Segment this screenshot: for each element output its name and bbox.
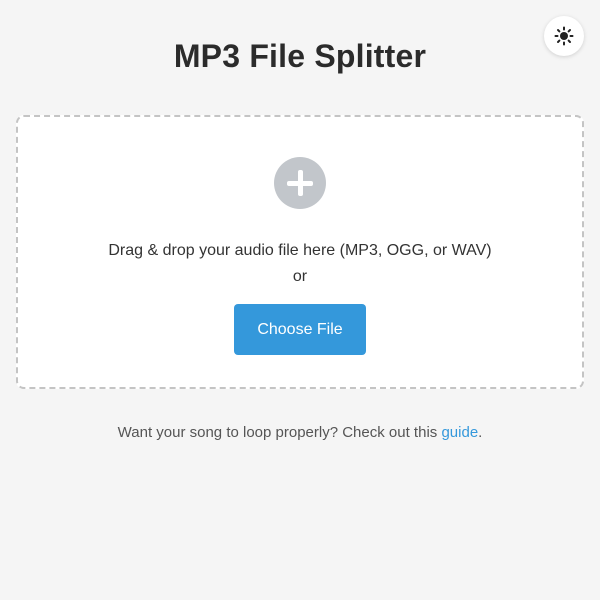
file-dropzone[interactable]: Drag & drop your audio file here (MP3, O… xyxy=(16,115,584,389)
plus-circle-icon[interactable] xyxy=(274,157,326,209)
page: MP3 File Splitter Drag & drop your audio… xyxy=(0,0,600,600)
page-title: MP3 File Splitter xyxy=(173,38,427,74)
footer-text-after: . xyxy=(478,424,483,441)
footer-text-before: Want your song to loop properly? Check o… xyxy=(117,424,442,441)
choose-file-button[interactable]: Choose File xyxy=(234,304,366,355)
dropzone-or-label: or xyxy=(292,268,308,285)
loop-guide-note: Want your song to loop properly? Check o… xyxy=(0,423,600,443)
dropzone-instruction: Drag & drop your audio file here (MP3, O… xyxy=(108,242,492,259)
guide-link[interactable]: guide xyxy=(441,424,478,441)
